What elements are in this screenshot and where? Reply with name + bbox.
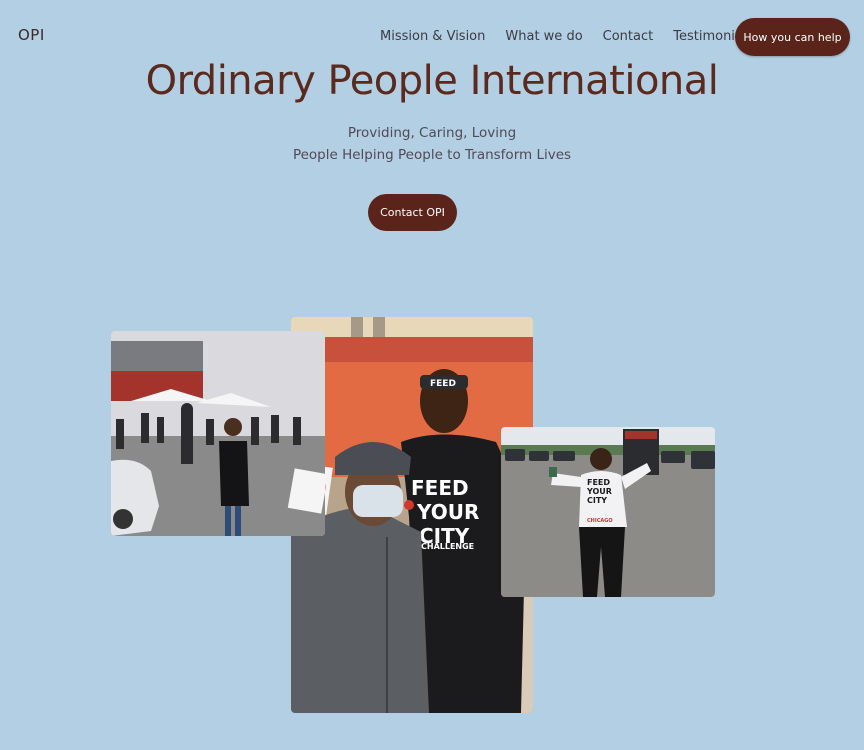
photo-volunteers-portrait: FEED FEED YOUR CITY CHALLENGE 3 [291, 317, 533, 713]
how-you-can-help-button[interactable]: How you can help [735, 18, 850, 56]
hero-subtitle-line2: People Helping People to Transform Lives [292, 147, 572, 163]
shirt-text-feed-right: FEED [587, 478, 610, 487]
hero-subtitle-line1: Providing, Caring, Loving [347, 125, 517, 141]
photo-volunteer-parking-lot: FEED YOUR CITY CHICAGO [501, 427, 715, 597]
shirt-text-feed: FEED [411, 476, 469, 500]
nav-contact[interactable]: Contact [603, 29, 654, 44]
shirt-text-your: YOUR [416, 500, 479, 524]
shirt-text-chicago: CHICAGO [587, 518, 613, 524]
nav-mission-vision[interactable]: Mission & Vision [380, 29, 485, 44]
logo[interactable]: OPI [18, 26, 45, 44]
svg-text:FEED: FEED [430, 379, 456, 389]
nav-what-we-do[interactable]: What we do [505, 29, 582, 44]
shirt-text-challenge: CHALLENGE [421, 542, 474, 551]
shirt-text-your-right: YOUR [586, 487, 612, 496]
shirt-text-city-right: CITY [587, 496, 607, 505]
main-nav: Mission & Vision What we do Contact Test… [380, 29, 773, 44]
contact-opi-button[interactable]: Contact OPI [368, 194, 457, 231]
page-title: Ordinary People International [145, 58, 719, 104]
photo-food-distribution [111, 331, 325, 536]
